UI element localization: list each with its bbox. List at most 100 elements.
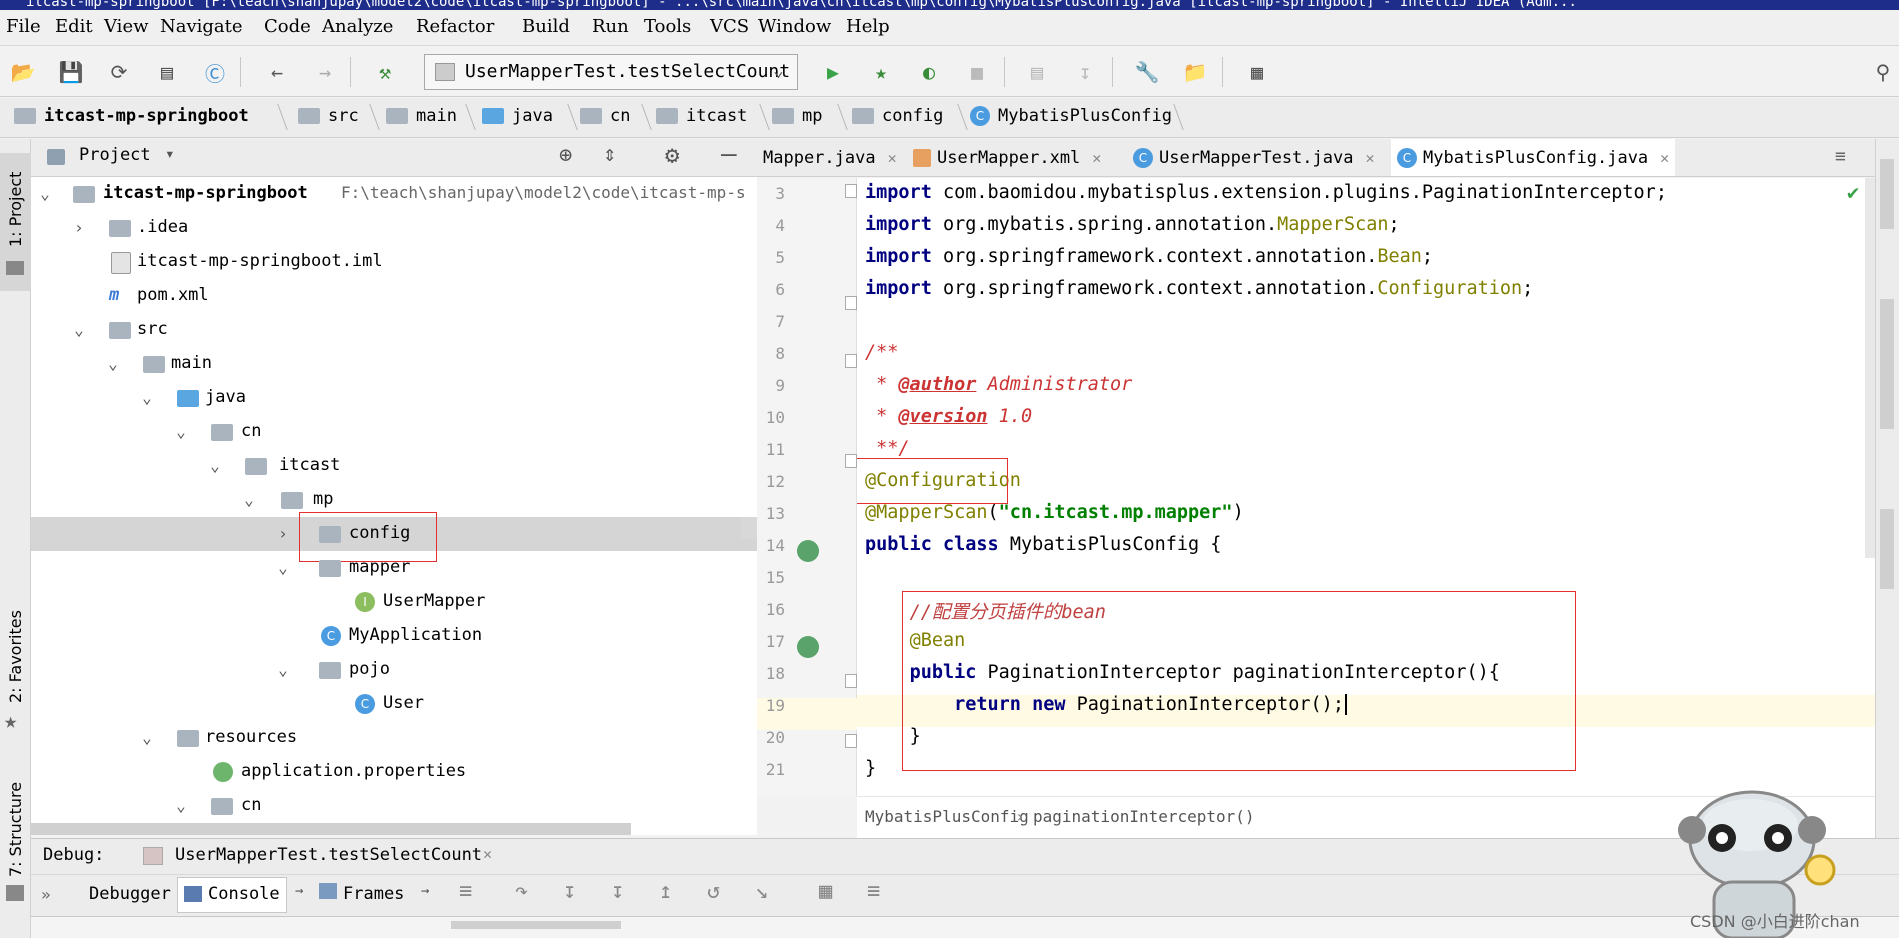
dropdown-arrow-icon[interactable]: ▾	[165, 144, 175, 163]
tree-row-src[interactable]: ⌄ src	[31, 313, 757, 347]
hide-panel-icon[interactable]: –	[721, 139, 737, 169]
tree-row-cn[interactable]: ⌄ cn	[31, 415, 757, 449]
step-into-icon[interactable]: ↧	[563, 879, 576, 904]
breadcrumb-src[interactable]: src	[298, 106, 359, 126]
favorites-tool-tab[interactable]: 2: Favorites ★	[0, 579, 31, 739]
tab-mybatisplusconfig-java[interactable]: C MybatisPlusConfig.java ✕	[1391, 139, 1676, 176]
breadcrumb-config[interactable]: config	[852, 106, 943, 126]
status-class[interactable]: MybatisPlusConfig	[865, 807, 1029, 826]
expand-arrow-icon[interactable]: ⌄	[105, 354, 121, 373]
ant-build-tool-tab[interactable]	[1880, 509, 1894, 589]
vcs-commit-icon[interactable]: ↧	[1072, 59, 1098, 85]
tree-row-myapplication[interactable]: C MyApplication	[31, 619, 757, 653]
pin-arrow-icon[interactable]: →	[421, 883, 429, 899]
stop-icon[interactable]: ■	[964, 59, 990, 85]
expand-arrow-icon[interactable]: ⌄	[139, 388, 155, 407]
menu-window[interactable]: Window	[758, 16, 831, 37]
menu-analyze[interactable]: Analyze	[322, 16, 393, 37]
breadcrumb-java[interactable]: java	[482, 106, 553, 126]
tab-usermapper-xml[interactable]: UserMapper.xml ✕	[907, 139, 1107, 176]
open-folder-icon[interactable]: 📂	[10, 59, 36, 85]
run-to-cursor-icon[interactable]: ↘	[755, 879, 768, 904]
breadcrumb-main[interactable]: main	[386, 106, 457, 126]
search-icon[interactable]: ⚲	[1870, 59, 1896, 85]
tab-mapper-java[interactable]: Mapper.java ✕	[757, 139, 903, 176]
tree-row-application-properties[interactable]: application.properties	[31, 755, 757, 789]
wrench-settings-icon[interactable]: 🔧	[1134, 59, 1160, 85]
tab-list-menu-icon[interactable]: ≡	[1835, 146, 1846, 167]
expand-arrow-icon[interactable]: ⌄	[173, 796, 189, 815]
fold-marker-icon[interactable]	[845, 354, 857, 368]
tab-usermappertest-java[interactable]: C UserMapperTest.java ✕	[1127, 139, 1381, 176]
close-icon[interactable]: ✕	[1660, 149, 1669, 167]
code-editor[interactable]: import com.baomidou.mybatisplus.extensio…	[857, 178, 1875, 796]
status-method[interactable]: paginationInterceptor()	[1033, 807, 1255, 826]
close-icon[interactable]: ✕	[888, 149, 897, 167]
breadcrumb-project[interactable]: itcast-mp-springboot	[14, 106, 249, 126]
expand-arrow-icon[interactable]: ⌄	[71, 320, 87, 339]
save-icon[interactable]: 💾	[58, 59, 84, 85]
expand-arrow-icon[interactable]: ⌄	[275, 558, 291, 577]
breadcrumb-itcast[interactable]: itcast	[656, 106, 747, 126]
project-structure-icon[interactable]: ▤	[154, 59, 180, 85]
tree-row-usermapper[interactable]: I UserMapper	[31, 585, 757, 619]
class-icon[interactable]: Ⓒ	[202, 59, 228, 86]
menu-run[interactable]: Run	[592, 16, 629, 37]
tree-row-main[interactable]: ⌄ main	[31, 347, 757, 381]
tree-row-pojo[interactable]: ⌄ pojo	[31, 653, 757, 687]
expand-arrow-icon[interactable]: ⌄	[173, 422, 189, 441]
tree-row-user[interactable]: C User	[31, 687, 757, 721]
tab-frames[interactable]: Frames	[343, 884, 404, 904]
menu-file[interactable]: File	[6, 16, 41, 37]
menu-vcs[interactable]: VCS	[710, 16, 749, 37]
step-out-icon[interactable]: ↥	[659, 879, 672, 904]
breadcrumb-mp[interactable]: mp	[772, 106, 822, 126]
build-hammer-icon[interactable]: ⚒	[372, 59, 398, 85]
forward-arrow-icon[interactable]: →	[312, 59, 338, 85]
restore-layout-icon[interactable]: ≡	[459, 879, 472, 904]
debug-bug-icon[interactable]: ★	[868, 59, 894, 85]
locate-target-icon[interactable]: ⊕	[559, 143, 572, 168]
tab-console[interactable]: Console	[177, 877, 287, 913]
project-tool-tab[interactable]: 1: Project	[0, 153, 31, 291]
fold-marker-icon[interactable]	[845, 184, 857, 198]
trace-icon[interactable]: ≡	[867, 879, 880, 904]
menu-view[interactable]: View	[104, 16, 149, 37]
sdk-manager-icon[interactable]: ▦	[1244, 59, 1270, 85]
expand-double-arrow-icon[interactable]: »	[41, 885, 51, 904]
close-icon[interactable]: ✕	[483, 845, 492, 863]
close-icon[interactable]: ✕	[1092, 149, 1101, 167]
structure-tool-tab[interactable]: 7: Structure	[0, 759, 31, 909]
bottom-scrollbar[interactable]	[451, 921, 621, 929]
project-view-select[interactable]: Project	[79, 145, 151, 165]
expand-arrow-icon[interactable]: ⌄	[207, 456, 223, 475]
database-tool-tab[interactable]	[1880, 159, 1894, 229]
horizontal-scrollbar[interactable]	[31, 823, 631, 835]
breadcrumb-cn[interactable]: cn	[580, 106, 630, 126]
tree-row-itcast[interactable]: ⌄ itcast	[31, 449, 757, 483]
spring-bean-gutter-icon[interactable]	[797, 540, 819, 562]
tree-row-mapper[interactable]: ⌄ mapper	[31, 551, 757, 585]
debug-session-tab[interactable]: UserMapperTest.testSelectCount	[175, 845, 482, 865]
run-configuration-select[interactable]: UserMapperTest.testSelectCount ⌄	[424, 54, 798, 90]
drop-frame-icon[interactable]: ↺	[707, 879, 720, 904]
menu-help[interactable]: Help	[846, 16, 890, 37]
maven-tool-tab[interactable]	[1880, 299, 1894, 429]
tree-row-iml[interactable]: itcast-mp-springboot.iml	[31, 245, 757, 279]
menu-navigate[interactable]: Navigate	[160, 16, 243, 37]
collapse-arrow-icon[interactable]: ›	[275, 524, 291, 543]
editor-vertical-scrollbar[interactable]	[1865, 178, 1875, 558]
vcs-update-icon[interactable]: ▤	[1024, 59, 1050, 85]
collapse-arrow-icon[interactable]: ›	[71, 218, 87, 237]
fold-marker-icon[interactable]	[845, 296, 857, 310]
menu-build[interactable]: Build	[522, 16, 570, 37]
expand-arrow-icon[interactable]: ⌄	[241, 490, 257, 509]
collapse-all-icon[interactable]: ⇕	[603, 142, 616, 167]
tree-row-config[interactable]: › config	[31, 512, 757, 562]
expand-arrow-icon[interactable]: ⌄	[275, 660, 291, 679]
expand-arrow-icon[interactable]: ⌄	[139, 728, 155, 747]
gear-icon[interactable]: ⚙	[665, 141, 679, 169]
coverage-icon[interactable]: ◐	[916, 59, 942, 85]
tree-row-java[interactable]: ⌄ java	[31, 381, 757, 415]
menu-refactor[interactable]: Refactor	[416, 16, 494, 37]
